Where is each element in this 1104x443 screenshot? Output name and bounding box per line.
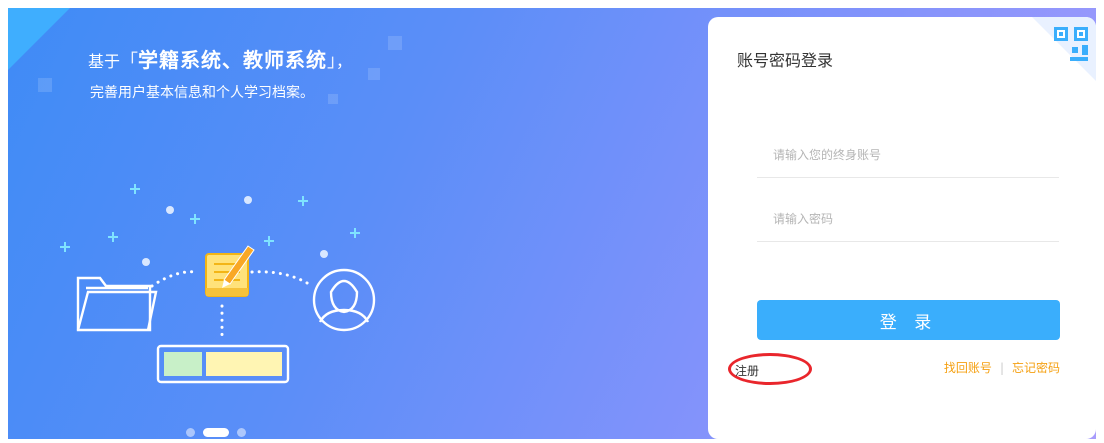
decor-pixel (388, 36, 402, 50)
carousel-dot[interactable] (237, 428, 246, 437)
user-avatar-icon (312, 268, 376, 332)
banner-illustration (60, 184, 376, 384)
password-field[interactable] (757, 197, 1059, 242)
account-input[interactable] (757, 133, 1059, 177)
register-highlight-circle: 注册 (728, 353, 812, 385)
carousel-dot-active[interactable] (203, 428, 229, 437)
account-links: 找回账号 | 忘记密码 (944, 359, 1060, 376)
account-field[interactable] (757, 133, 1059, 178)
find-account-link[interactable]: 找回账号 (944, 361, 992, 375)
decor-sparkles (60, 184, 360, 252)
link-separator: | (999, 361, 1004, 375)
headline-bracket-close: 」 (327, 51, 337, 72)
notebook-pencil-icon (205, 245, 255, 297)
corner-decoration (8, 8, 70, 70)
carousel-dot[interactable] (186, 428, 195, 437)
headline-bold: 学籍系统、教师系统 (138, 48, 328, 72)
headline-prefix: 基于 (88, 52, 121, 71)
carousel-indicators[interactable] (186, 428, 246, 437)
forgot-password-link[interactable]: 忘记密码 (1012, 361, 1060, 375)
register-link[interactable]: 注册 (735, 362, 759, 379)
headline-suffix: ， (336, 52, 353, 71)
banner-headline: 基于「学籍系统、教师系统」， (88, 44, 352, 73)
decor-pixel (38, 78, 52, 92)
password-input[interactable] (757, 197, 1059, 241)
banner-subline: 完善用户基本信息和个人学习档案。 (90, 85, 314, 101)
login-title: 账号密码登录 (737, 51, 834, 70)
login-button[interactable]: 登 录 (757, 300, 1060, 340)
decor-pixel (328, 94, 338, 104)
headline-bracket-open: 「 (120, 51, 139, 72)
qr-code-icon[interactable] (1032, 17, 1096, 81)
login-panel: 账号密码登录 登 录 注册 找回账号 | 忘记密码 (708, 17, 1096, 439)
decor-pixel (368, 68, 380, 80)
folder-icon (76, 276, 158, 332)
profile-card-icon (156, 344, 290, 384)
